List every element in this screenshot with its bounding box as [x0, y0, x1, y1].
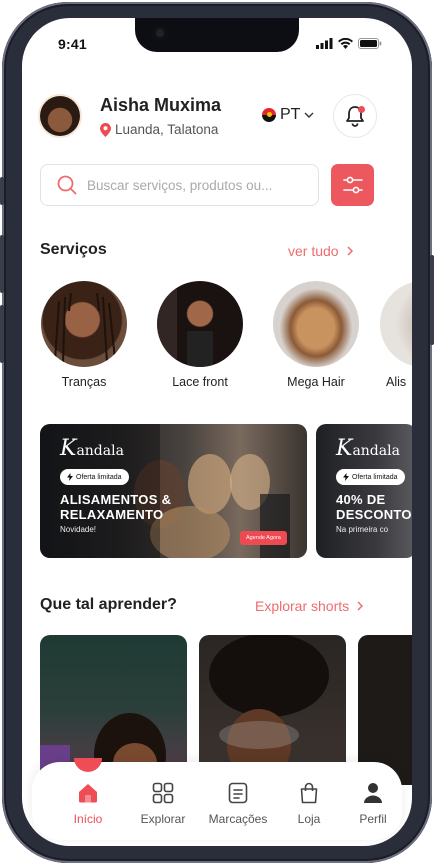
book-now-button[interactable]: Agende Agora [240, 531, 287, 545]
phone-frame: 9:41 Aisha Muxima Luanda, Talatona PT Bu… [0, 0, 434, 865]
banner-headline: ALISAMENTOS & RELAXAMENTO [60, 492, 172, 522]
service-label: Mega Hair [287, 375, 345, 389]
service-label: Alis [386, 375, 407, 389]
search-bar[interactable] [40, 164, 319, 206]
service-image-lace-front [157, 281, 243, 367]
explore-shorts-label: Explorar shorts [255, 598, 350, 614]
learn-title: Que tal aprender? [40, 596, 177, 613]
chevron-right-icon [347, 246, 353, 256]
service-image-mega-hair [273, 281, 359, 367]
offer-chip: Oferta limitada [60, 469, 129, 485]
wifi-icon [338, 38, 353, 49]
service-image-trancas [41, 281, 127, 367]
banner-headline: 40% DE DESCONTO [336, 492, 412, 522]
filter-button[interactable] [331, 164, 374, 206]
calendar-list-icon [228, 782, 248, 804]
grid-icon [152, 782, 174, 804]
service-label: Tranças [61, 375, 107, 389]
promo-banner-alisamentos[interactable]: Kandala Oferta limitada ALISAMENTOS & RE… [40, 424, 307, 558]
status-icons [316, 38, 382, 49]
home-icon [79, 784, 97, 803]
lightning-icon [343, 473, 349, 481]
shopping-bag-icon [300, 782, 318, 804]
phone-side-button [0, 305, 4, 363]
user-location[interactable]: Luanda, Talatona [100, 122, 218, 137]
nav-label: Perfil [359, 812, 387, 826]
service-image-alis [380, 281, 412, 367]
phone-side-button [430, 255, 434, 345]
chevron-down-icon [304, 112, 314, 118]
active-indicator [74, 758, 102, 772]
kandala-logo: Kandala [336, 436, 400, 461]
service-item-mega-hair[interactable]: Mega Hair [272, 281, 360, 389]
location-text: Luanda, Talatona [115, 122, 219, 137]
battery-icon [358, 38, 382, 49]
avatar[interactable] [40, 96, 80, 136]
offer-chip: Oferta limitada [336, 469, 405, 485]
nav-label: Início [73, 812, 103, 826]
chevron-right-icon [357, 601, 364, 611]
language-selector[interactable]: PT [262, 106, 314, 124]
promo-banner-desconto[interactable]: Kandala Oferta limitada 40% DE DESCONTO … [316, 424, 412, 558]
notch [135, 18, 299, 52]
angola-flag-icon [262, 108, 276, 122]
nav-explorar[interactable]: Explorar [128, 780, 198, 826]
phone-side-button [0, 235, 4, 293]
nav-inicio[interactable]: Início [53, 780, 123, 826]
language-code: PT [280, 106, 301, 123]
signal-icon [316, 38, 333, 49]
user-name: Aisha Muxima [100, 95, 222, 115]
nav-label: Marcações [208, 812, 268, 826]
sliders-icon [342, 176, 363, 194]
nav-label: Explorar [140, 812, 186, 826]
app-screen: 9:41 Aisha Muxima Luanda, Talatona PT Bu… [22, 18, 412, 846]
nav-label: Loja [297, 812, 321, 826]
banner-subtitle: Na primeira co [336, 525, 389, 534]
banner-subtitle: Novidade! [60, 525, 97, 534]
nav-loja[interactable]: Loja [274, 780, 344, 826]
explore-shorts-link[interactable]: Explorar shorts [255, 598, 364, 614]
lightning-icon [67, 473, 73, 481]
notifications-button[interactable] [333, 94, 377, 138]
bottom-navigation: Início Explorar Marcações Loja Perfil [32, 758, 402, 840]
status-time: 9:41 [58, 36, 87, 52]
phone-side-button [0, 177, 4, 205]
search-icon [57, 175, 77, 195]
service-label: Lace front [172, 375, 228, 389]
services-see-all-link[interactable]: ver tudo [288, 243, 353, 259]
notification-dot [358, 106, 365, 113]
location-pin-icon [100, 122, 111, 137]
nav-marcacoes[interactable]: Marcações [202, 780, 274, 826]
nav-perfil[interactable]: Perfil [338, 780, 408, 826]
camera-icon [153, 26, 167, 40]
services-title: Serviços [40, 241, 107, 258]
kandala-logo: Kandala [60, 436, 124, 461]
service-item-trancas[interactable]: Tranças [40, 281, 128, 389]
see-all-label: ver tudo [288, 243, 339, 259]
service-item-alis[interactable]: Alis [380, 281, 412, 389]
user-icon [364, 783, 382, 803]
service-item-lace-front[interactable]: Lace front [156, 281, 244, 389]
search-input[interactable] [87, 177, 287, 193]
